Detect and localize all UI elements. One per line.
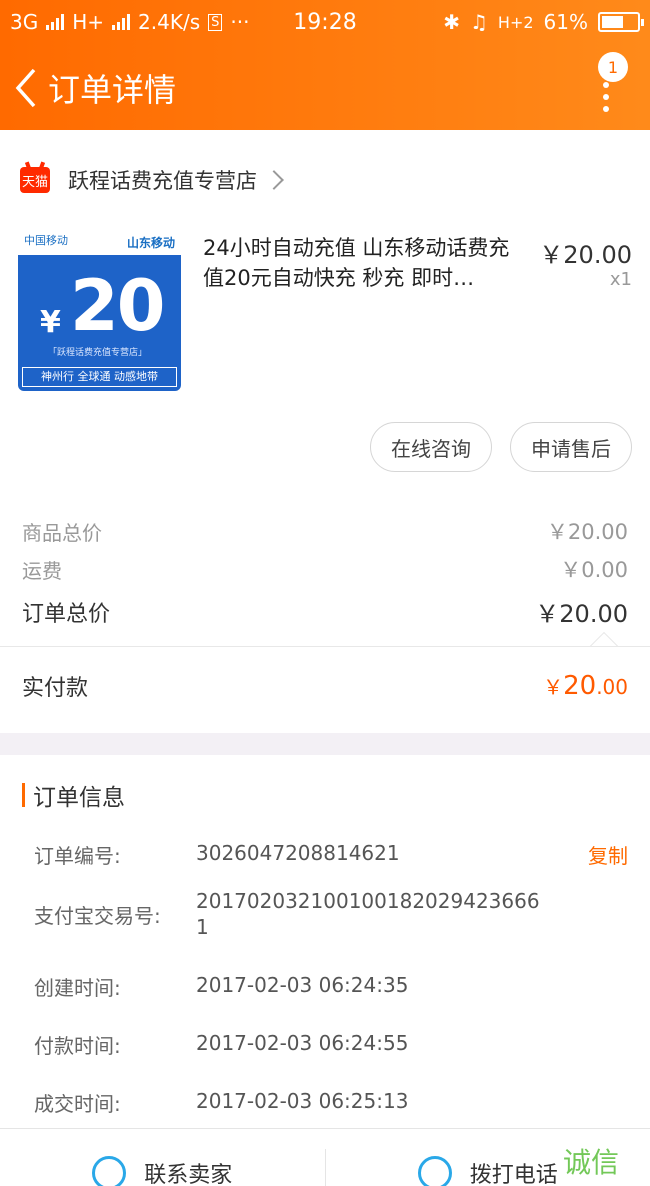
signal-icon [46, 14, 65, 30]
alipay-trade-label: 支付宝交易号: [34, 904, 161, 928]
alipay-trade-value: 2017020321001001820294236661 [196, 889, 540, 939]
status-bar: 3G H+ 2.4K/s S ··· 19:28 ✱ ♫ H+2 61% [0, 0, 650, 44]
network-type-2: H+ [72, 10, 105, 34]
product-actions: 在线咨询 申请售后 [370, 422, 632, 472]
goods-total-row: 商品总价 ￥20.00 [22, 516, 628, 546]
signal-icon-2 [112, 14, 131, 30]
alarm-off-icon: ♫ [469, 10, 488, 34]
contact-seller-button[interactable]: 联系卖家 [0, 1129, 325, 1186]
thumb-yen: ¥ [40, 305, 61, 340]
thumb-store: 「跃程话费充值专营店」 [48, 348, 148, 358]
section-gap [0, 733, 650, 755]
thumb-slogan: 神州行 全球通 动感地带 [22, 367, 177, 387]
back-arrow-icon[interactable] [6, 62, 46, 114]
paid-int: 20 [563, 671, 597, 701]
product-thumbnail[interactable]: 中国移动 山东移动 ¥ 20 「跃程话费充值专营店」 神州行 全球通 动感地带 [18, 225, 181, 391]
phone-icon [417, 1155, 452, 1186]
shop-row[interactable]: 天猫 跃程话费充值专营店 [20, 152, 630, 208]
order-total-label: 订单总价 [22, 601, 111, 627]
order-total-value: ￥20.00 [535, 600, 628, 628]
page-title: 订单详情 [48, 71, 177, 109]
more-menu-button[interactable]: 1 [588, 52, 628, 112]
product-price: ￥20.00 [539, 241, 632, 269]
chat-smile-icon [92, 1155, 127, 1186]
goods-total-value: ￥20.00 [546, 520, 628, 544]
nav-header: 订单详情 1 [0, 52, 650, 120]
bluetooth-icon: ✱ [443, 10, 460, 34]
message-badge: 1 [598, 52, 628, 82]
online-consult-button[interactable]: 在线咨询 [370, 422, 492, 472]
after-sale-button[interactable]: 申请售后 [510, 422, 632, 472]
paid-dec: .00 [596, 675, 628, 699]
product-item[interactable]: 中国移动 山东移动 ¥ 20 「跃程话费充值专营店」 神州行 全球通 动感地带 … [18, 225, 632, 395]
created-time-value: 2017-02-03 06:24:35 [196, 973, 409, 997]
order-number-value: 3026047208814621 [196, 841, 400, 865]
copy-button[interactable]: 复制 [588, 840, 628, 869]
paid-time-value: 2017-02-03 06:24:55 [196, 1031, 409, 1055]
deal-time-label: 成交时间: [34, 1092, 121, 1116]
network-speed: 2.4K/s [138, 10, 201, 34]
network-type-1: 3G [10, 10, 39, 34]
shipping-label: 运费 [22, 558, 62, 583]
paid-time-label: 付款时间: [34, 1034, 121, 1058]
deal-time-value: 2017-02-03 06:25:13 [196, 1089, 409, 1113]
thumb-region: 山东移动 [126, 236, 175, 250]
order-info-title: 订单信息 [22, 780, 125, 811]
paid-label: 实付款 [22, 676, 89, 701]
shipping-row: 运费 ￥0.00 [22, 554, 628, 584]
product-quantity: x1 [609, 269, 632, 290]
created-time-label: 创建时间: [34, 976, 121, 1000]
shipping-value: ￥0.00 [560, 558, 628, 582]
watermark-text: 诚信 [562, 1146, 619, 1179]
divider [0, 646, 650, 647]
order-number-label: 订单编号: [34, 844, 121, 868]
network-type-3: H+2 [497, 12, 534, 32]
contact-seller-label: 联系卖家 [144, 1162, 233, 1186]
order-total-row: 订单总价 ￥20.00 [22, 594, 628, 629]
thumb-brand: 中国移动 [24, 234, 68, 247]
top-bar: 3G H+ 2.4K/s S ··· 19:28 ✱ ♫ H+2 61% 订单详… [0, 0, 650, 130]
paid-value: ￥20.00 [543, 671, 628, 701]
thumb-amount: 20 [70, 265, 165, 347]
battery-percent: 61% [543, 10, 588, 34]
tmall-logo-icon: 天猫 [20, 167, 50, 193]
paid-yen: ￥ [543, 675, 564, 699]
chevron-right-icon [264, 170, 284, 190]
shop-name: 跃程话费充值专营店 [68, 169, 257, 193]
goods-total-label: 商品总价 [22, 520, 102, 545]
product-name[interactable]: 24小时自动充值 山东移动话费充值20元自动快充 秒充 即时… [203, 233, 528, 293]
watermark-logo: 诚信 [532, 1136, 650, 1186]
more-notifications-icon: ··· [230, 10, 250, 34]
notification-s-icon: S [208, 13, 223, 31]
clock: 19:28 [293, 9, 357, 35]
paid-row: 实付款 ￥20.00 [22, 670, 628, 702]
battery-icon [598, 12, 644, 32]
more-vertical-icon [603, 82, 609, 118]
